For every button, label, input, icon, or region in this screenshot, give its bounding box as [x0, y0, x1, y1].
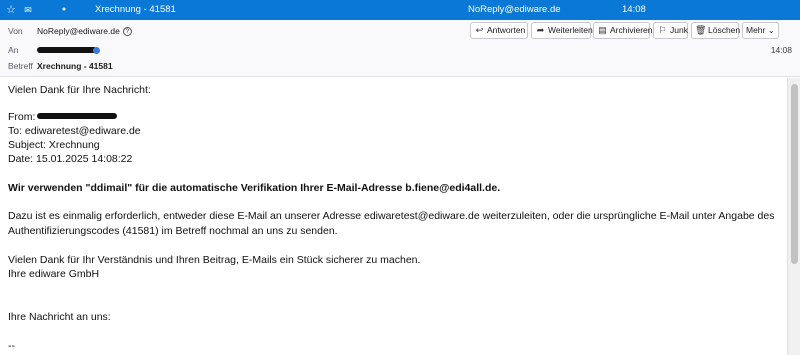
trash-icon: 🗑: [695, 25, 707, 35]
subject-label: Betreff: [8, 61, 33, 71]
message-header: Von NoReply@ediware.de? An Betreff Xrech…: [0, 20, 800, 77]
delete-label: Löschen: [708, 25, 741, 35]
greeting-text: Vielen Dank für Ihre Nachricht:: [8, 84, 151, 96]
message-body: Vielen Dank für Ihre Nachricht: From: To…: [0, 78, 787, 355]
contact-status-icon: [93, 47, 100, 55]
archive-button[interactable]: ▤ Archivieren: [593, 22, 653, 39]
quoted-from-label: From:: [8, 111, 36, 123]
quoted-to-line: To: ediwaretest@ediware.de: [8, 125, 141, 137]
star-icon[interactable]: ☆: [4, 0, 18, 20]
instruction-line-2: Authentifizierungscodes (41581) im Betre…: [8, 225, 338, 237]
forward-label: Weiterleiten: [548, 25, 593, 35]
signature-text: Ihre ediware GmbH: [8, 268, 100, 280]
quoted-subject-line: Subject: Xrechnung: [8, 139, 100, 151]
archive-icon: ▤: [598, 25, 607, 35]
from-label: Von: [8, 26, 23, 36]
junk-button[interactable]: ⚐ Junk: [653, 22, 688, 39]
subject-value: Xrechnung - 41581: [37, 61, 113, 71]
read-status-icon[interactable]: ✉: [22, 0, 34, 20]
to-label: An: [8, 45, 19, 55]
to-value[interactable]: [37, 43, 100, 57]
forward-button[interactable]: ➦ Weiterleiten: [531, 22, 593, 39]
from-address[interactable]: NoReply@ediware.de: [37, 26, 120, 36]
instruction-line-1: Dazu ist es einmalig erforderlich, entwe…: [8, 210, 775, 222]
chevron-down-icon: ⌄: [767, 25, 775, 35]
your-message-heading: Ihre Nachricht an uns:: [8, 311, 111, 323]
archive-label: Archivieren: [610, 25, 653, 35]
quoted-from-line: From:: [8, 111, 118, 124]
redacted-from-address: [37, 113, 118, 120]
more-button[interactable]: Mehr ⌄: [742, 22, 779, 39]
delete-button[interactable]: 🗑 Löschen: [691, 22, 741, 39]
forward-icon: ➦: [536, 25, 545, 35]
message-date: 14:08: [622, 4, 646, 15]
quoted-date-line: Date: 15.01.2025 14:08:22: [8, 153, 133, 165]
more-label: Mehr: [746, 25, 766, 35]
junk-icon: ⚐: [658, 25, 667, 35]
scrollbar-thumb[interactable]: [791, 84, 798, 264]
header-date: 14:08: [770, 45, 792, 55]
thread-dot-icon: ●: [61, 6, 67, 13]
reply-button[interactable]: ↩ Antworten: [470, 22, 528, 39]
selected-message-row[interactable]: ☆ ✉ ● Xrechnung - 41581 NoReply@ediware.…: [0, 0, 800, 20]
separator-text: --: [8, 340, 15, 352]
thanks-text: Vielen Dank für Ihr Verständnis und Ihre…: [8, 254, 421, 266]
reply-label: Antworten: [487, 25, 526, 35]
junk-label: Junk: [670, 25, 688, 35]
verification-notice: Wir verwenden "ddimail" für die automati…: [8, 182, 501, 194]
verification-icon[interactable]: ?: [122, 27, 132, 37]
body-scrollbar[interactable]: [787, 78, 800, 355]
message-subject: Xrechnung - 41581: [95, 4, 176, 15]
redacted-recipient: [37, 46, 97, 53]
message-sender: NoReply@ediware.de: [468, 4, 561, 15]
reply-icon: ↩: [475, 25, 484, 35]
from-value[interactable]: NoReply@ediware.de?: [37, 24, 132, 38]
